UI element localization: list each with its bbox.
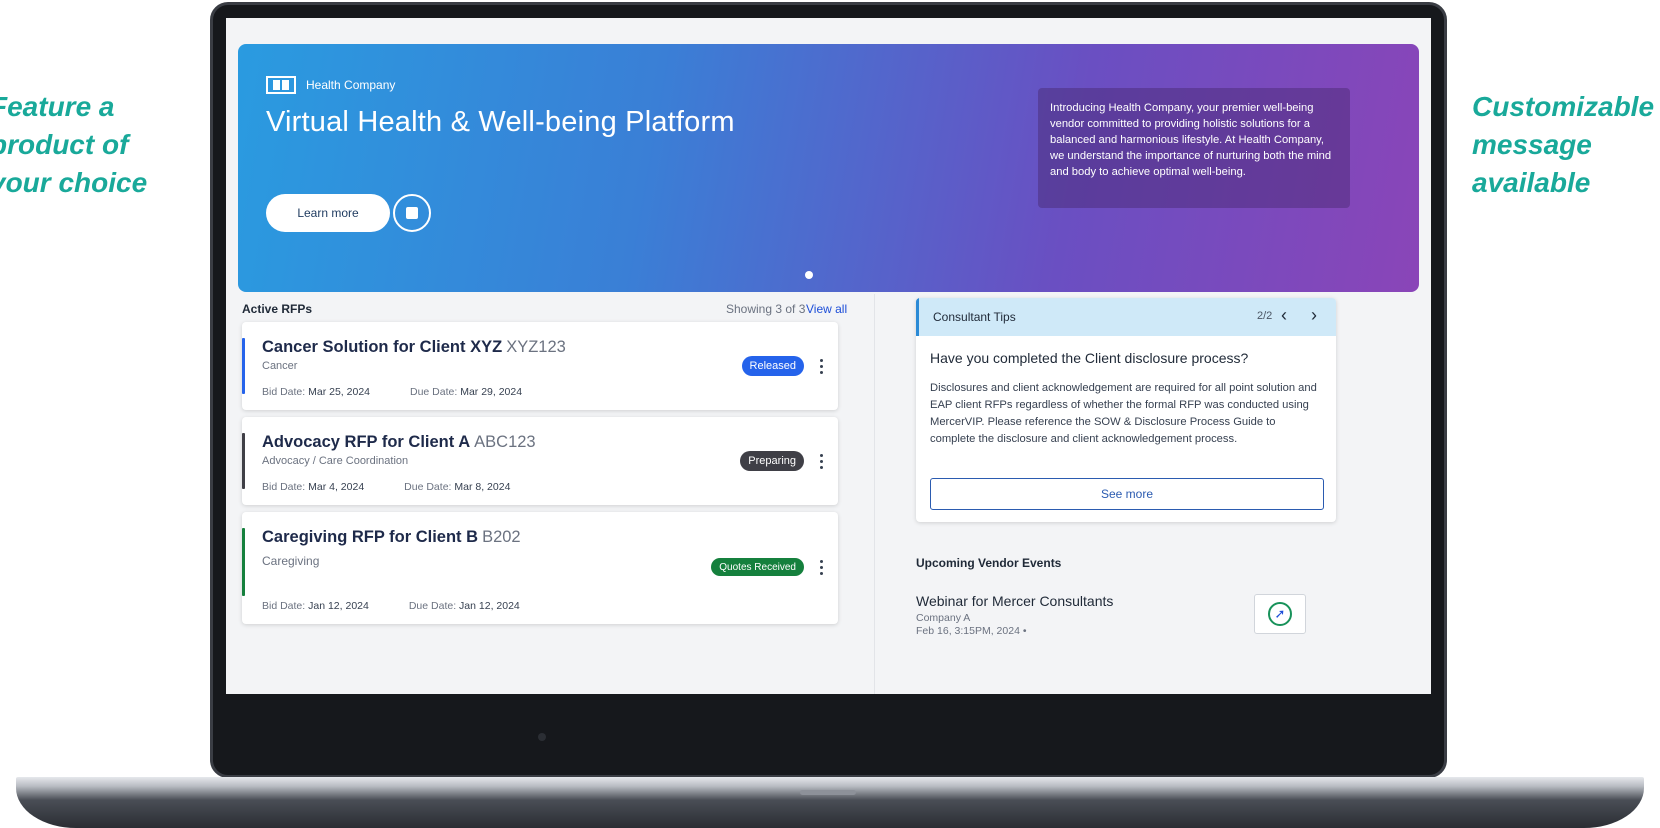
chevron-left-icon[interactable]: ‹ xyxy=(1281,306,1287,324)
rfp-title-text: Advocacy RFP for Client A xyxy=(262,433,471,451)
rfp-title: Cancer Solution for Client XYZ XYZ123 xyxy=(262,338,566,357)
app-screen: Health Company Virtual Health & Well-bei… xyxy=(226,18,1431,694)
brand-name: Health Company xyxy=(306,78,396,92)
more-options-icon[interactable] xyxy=(818,359,824,374)
save-icon xyxy=(406,207,418,219)
rfp-dates: Bid Date: Jan 12, 2024 Due Date: Jan 12,… xyxy=(262,600,520,612)
rfp-card[interactable]: Caregiving RFP for Client B B202 Caregivi… xyxy=(242,512,838,624)
hero-title: Virtual Health & Well-being Platform xyxy=(266,106,735,138)
status-badge: Released xyxy=(741,356,804,376)
status-badge: Quotes Received xyxy=(711,558,804,576)
callout-line: available xyxy=(1472,167,1591,198)
learn-more-button[interactable]: Learn more xyxy=(266,194,390,232)
rfp-code: ABC123 xyxy=(474,433,536,451)
active-rfps-heading: Active RFPs xyxy=(242,302,313,316)
tips-question: Have you completed the Client disclosure… xyxy=(930,350,1249,366)
bid-date: Bid Date: Mar 4, 2024 xyxy=(262,481,365,493)
carousel-indicator[interactable] xyxy=(805,271,813,279)
status-accent-bar xyxy=(242,528,245,596)
bid-date: Bid Date: Mar 25, 2024 xyxy=(262,386,370,398)
rfp-category: Advocacy / Care Coordination xyxy=(262,455,409,467)
rfp-code: B202 xyxy=(482,528,521,546)
chevron-right-icon[interactable]: › xyxy=(1311,306,1317,324)
event-date: Feb 16, 3:15PM, 2024 • xyxy=(916,625,1027,637)
rfp-code: XYZ123 xyxy=(506,338,566,356)
showing-count: Showing 3 of 3 xyxy=(726,302,806,316)
hero-banner: Health Company Virtual Health & Well-bei… xyxy=(238,44,1419,292)
callout-line: message xyxy=(1472,129,1592,160)
rfp-category: Caregiving xyxy=(262,554,320,568)
view-all-link[interactable]: View all xyxy=(806,302,847,316)
column-divider xyxy=(874,294,875,694)
laptop-base xyxy=(16,777,1644,828)
event-company: Company A xyxy=(916,612,971,624)
brand-logo-icon xyxy=(266,76,296,94)
compass-icon: ➚ xyxy=(1268,602,1292,626)
rfp-card[interactable]: Advocacy RFP for Client A ABC123 Advocacy… xyxy=(242,417,838,505)
tips-page-indicator: 2/2 xyxy=(1257,310,1273,322)
consultant-tips-card: Consultant Tips 2/2 ‹ › Have you complet… xyxy=(916,298,1336,522)
tips-body: Disclosures and client acknowledgement a… xyxy=(930,382,1317,445)
event-title[interactable]: Webinar for Mercer Consultants xyxy=(916,593,1113,609)
callout-line: product of xyxy=(0,129,129,160)
due-date: Due Date: Mar 29, 2024 xyxy=(410,386,523,398)
tips-header: Consultant Tips 2/2 ‹ › xyxy=(916,298,1336,336)
more-options-icon[interactable] xyxy=(818,454,824,469)
rfp-title-text: Caregiving RFP for Client B xyxy=(262,528,479,546)
event-logo: ➚ xyxy=(1254,594,1306,634)
rfp-dates: Bid Date: Mar 4, 2024 Due Date: Mar 8, 2… xyxy=(262,481,510,493)
webcam-icon xyxy=(538,733,546,741)
rfp-card[interactable]: Cancer Solution for Client XYZ XYZ123 Can… xyxy=(242,322,838,410)
more-options-icon[interactable] xyxy=(818,560,824,575)
status-badge: Preparing xyxy=(740,451,804,471)
feature-callout: Feature a product of your choice xyxy=(0,88,180,202)
laptop-notch xyxy=(800,790,856,795)
status-accent-bar xyxy=(242,433,245,489)
bookmark-button[interactable] xyxy=(393,194,431,232)
callout-line: Customizable xyxy=(1472,91,1655,122)
rfp-title-text: Cancer Solution for Client XYZ xyxy=(262,338,503,356)
vendor-events-heading: Upcoming Vendor Events xyxy=(916,556,1062,570)
rfp-dates: Bid Date: Mar 25, 2024 Due Date: Mar 29,… xyxy=(262,386,522,398)
see-more-button[interactable]: See more xyxy=(930,478,1324,510)
bid-date: Bid Date: Jan 12, 2024 xyxy=(262,600,369,612)
callout-line: Feature a xyxy=(0,91,115,122)
tips-title: Consultant Tips xyxy=(933,310,1016,324)
callout-line: your choice xyxy=(0,167,148,198)
hero-message: Introducing Health Company, your premier… xyxy=(1038,88,1350,208)
message-callout: Customizable message available xyxy=(1472,88,1660,202)
rfp-title: Caregiving RFP for Client B B202 xyxy=(262,528,521,547)
due-date: Due Date: Jan 12, 2024 xyxy=(408,600,520,612)
status-accent-bar xyxy=(242,338,245,394)
brand: Health Company xyxy=(266,76,395,94)
rfp-category: Cancer xyxy=(262,360,298,372)
due-date: Due Date: Mar 8, 2024 xyxy=(404,481,511,493)
rfp-title: Advocacy RFP for Client A ABC123 xyxy=(262,433,536,452)
